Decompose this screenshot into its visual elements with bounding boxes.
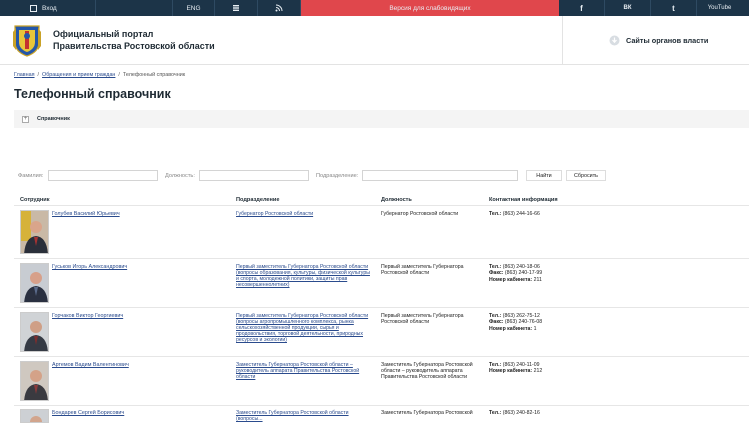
employee-contacts: Тел.: (863) 244-16-66 <box>489 211 599 217</box>
site-header: Официальный портал Правительства Ростовс… <box>0 16 749 65</box>
page-title: Телефонный справочник <box>14 87 171 101</box>
coat-of-arms-logo[interactable] <box>11 22 43 58</box>
breadcrumb-current: Телефонный справочник <box>122 72 186 78</box>
visually-impaired-button[interactable]: Версия для слабовидящих <box>301 0 559 16</box>
surname-input[interactable] <box>48 170 158 181</box>
room-value: 211 <box>533 276 542 283</box>
employee-photo[interactable] <box>20 361 49 401</box>
portal-title-line2: Правительства Ростовской области <box>53 40 215 51</box>
row-divider <box>14 258 749 259</box>
employee-contacts: Тел.: (863) 262-75-12 Факс: (863) 240-76… <box>489 313 599 332</box>
employee-name[interactable]: Голубев Василий Юрьевич <box>52 211 227 217</box>
breadcrumb-home[interactable]: Главная <box>14 72 35 78</box>
fax-value: (863) 240-76-08 <box>504 319 543 326</box>
expand-plus-icon[interactable]: + <box>22 115 29 123</box>
employee-photo[interactable] <box>20 263 49 303</box>
employee-position: Заместитель Губернатора Ростовской облас… <box>381 362 473 380</box>
tel-label: Тел.: <box>489 264 502 270</box>
tel-label: Тел.: <box>489 313 502 319</box>
col-header-contacts: Контактная информация <box>489 197 558 203</box>
find-button[interactable]: Найти <box>526 170 562 181</box>
employee-position: Заместитель Губернатора Ростовской <box>381 410 473 416</box>
employee-department[interactable]: Первый заместитель Губернатора Ростовско… <box>236 313 374 343</box>
surname-label: Фамилия: <box>18 173 44 179</box>
tel-value: (863) 244-16-66 <box>502 211 540 217</box>
breadcrumb-appeals[interactable]: Обращения и прием граждан <box>42 72 115 78</box>
facebook-icon[interactable]: f <box>559 0 605 16</box>
login-link[interactable]: Вход <box>0 0 96 16</box>
room-label: Номер кабинета: <box>489 368 533 375</box>
twitter-icon[interactable]: t <box>651 0 697 16</box>
room-value: 1 <box>533 325 537 332</box>
employee-position: Первый заместитель Губернатора Ростовско… <box>381 264 464 276</box>
col-header-position: Должность <box>381 197 412 203</box>
employee-department[interactable]: Заместитель Губернатора Ростовской облас… <box>236 410 374 422</box>
youtube-icon[interactable]: YouTube <box>697 0 742 16</box>
employee-position: Первый заместитель Губернатора Ростовско… <box>381 313 464 325</box>
position-input[interactable] <box>199 170 309 181</box>
row-divider <box>14 205 749 206</box>
fax-value: (863) 240-17-99 <box>504 270 543 277</box>
breadcrumb-separator: / <box>118 72 120 78</box>
sitemap-icon[interactable] <box>215 0 258 16</box>
room-value: 212 <box>533 368 543 375</box>
employee-department[interactable]: Первый заместитель Губернатора Ростовско… <box>236 264 374 288</box>
download-icon <box>609 35 620 46</box>
tel-label: Тел.: <box>489 211 502 217</box>
login-icon <box>30 4 37 12</box>
employee-contacts: Тел.: (863) 240-82-16 <box>489 410 599 416</box>
room-label: Номер кабинета: <box>489 325 533 332</box>
employee-contacts: Тел.: (863) 240-18-06 Факс: (863) 240-17… <box>489 264 599 283</box>
row-divider <box>14 307 749 308</box>
portal-title[interactable]: Официальный портал Правительства Ростовс… <box>53 29 253 52</box>
col-header-employee: Сотрудник <box>20 197 50 203</box>
tel-label: Тел.: <box>489 410 502 416</box>
topbar-spacer <box>96 0 173 16</box>
directory-accordion[interactable]: + Справочник <box>14 110 749 128</box>
fax-label: Факс: <box>489 270 504 277</box>
department-input[interactable] <box>362 170 518 181</box>
lang-switch[interactable]: ENG <box>173 0 215 16</box>
row-divider <box>14 405 749 406</box>
position-label: Должность: <box>165 173 195 179</box>
portal-title-line1: Официальный портал <box>53 29 154 39</box>
employee-name[interactable]: Горчаков Виктор Георгиевич <box>52 313 227 319</box>
breadcrumb: Главная / Обращения и прием граждан / Те… <box>14 72 185 78</box>
employee-position: Губернатор Ростовской области <box>381 211 459 217</box>
employee-department[interactable]: Губернатор Ростовской области <box>236 211 374 217</box>
breadcrumb-separator: / <box>37 72 40 78</box>
top-bar: Вход ENG Версия для слабовидящих f ВК t … <box>0 0 749 16</box>
gov-sites-link[interactable]: Сайты органов власти <box>562 16 749 65</box>
employee-name[interactable]: Гуськов Игорь Александрович <box>52 264 227 270</box>
gov-sites-label: Сайты органов власти <box>626 36 709 45</box>
department-label: Подразделение: <box>316 173 359 179</box>
login-label: Вход <box>42 4 57 12</box>
reset-button[interactable]: Сбросить <box>566 170 606 181</box>
rss-icon[interactable] <box>258 0 301 16</box>
employee-photo[interactable] <box>20 312 49 352</box>
employee-contacts: Тел.: (863) 240-11-09 Номер кабинета: 21… <box>489 362 599 375</box>
employee-name[interactable]: Артемов Вадим Валентинович <box>52 362 227 368</box>
fax-label: Факс: <box>489 319 504 326</box>
tel-value: (863) 240-18-06 <box>502 264 540 270</box>
room-label: Номер кабинета: <box>489 276 533 283</box>
accordion-label: Справочник <box>37 116 70 122</box>
employee-department[interactable]: Заместитель Губернатора Ростовской облас… <box>236 362 374 380</box>
employee-photo[interactable] <box>20 210 49 254</box>
tel-value: (863) 240-82-16 <box>502 410 540 416</box>
employee-name[interactable]: Бондарев Сергей Борисович <box>52 410 227 416</box>
vk-icon[interactable]: ВК <box>605 0 651 16</box>
col-header-department: Подразделение <box>236 197 280 203</box>
row-divider <box>14 356 749 357</box>
tel-value: (863) 262-75-12 <box>502 313 540 319</box>
